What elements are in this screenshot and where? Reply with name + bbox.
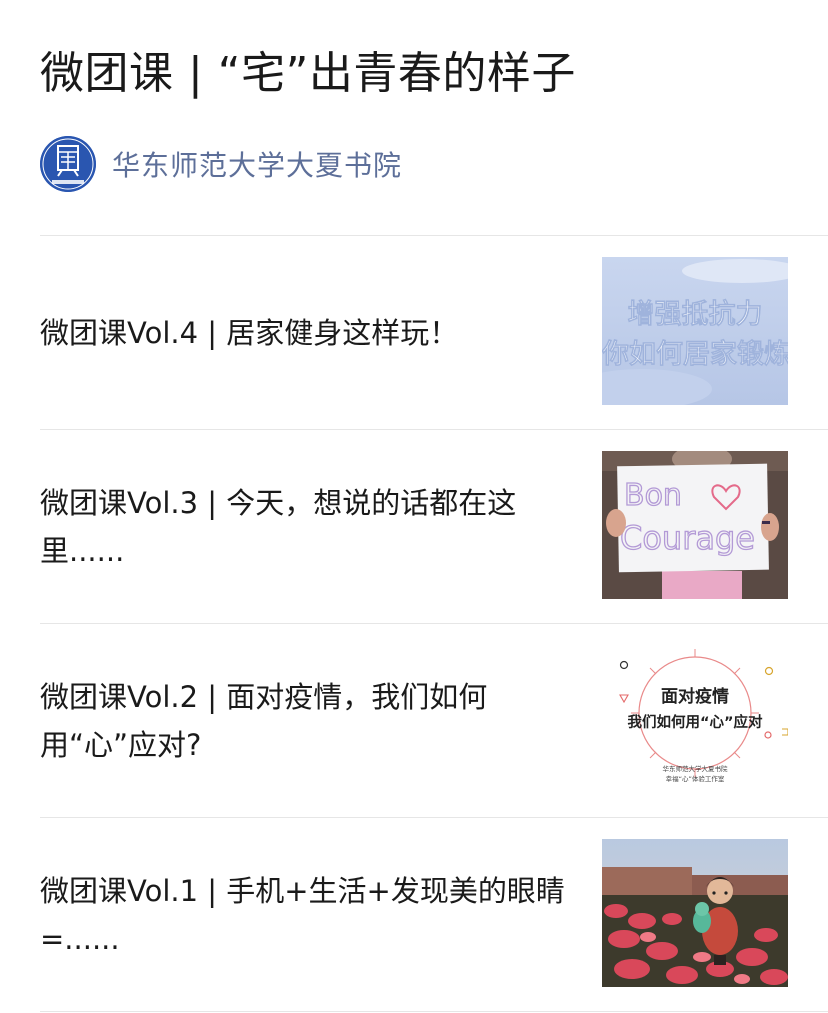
thumb-text-line: 面对疫情 — [661, 686, 729, 707]
list-item-vol1[interactable]: 微团课Vol.1 | 手机+生活+发现美的眼睛=...... — [40, 818, 828, 1011]
divider — [40, 1011, 828, 1012]
thumb-text-line: 华东师范大学大夏书院 — [663, 764, 729, 773]
list-item-vol3[interactable]: 微团课Vol.3 | 今天，想说的话都在这里...... Bon Courage — [40, 430, 828, 623]
heart-coping-poster[interactable]: 面对疫情 我们如何用“心”应对 华东师范大学大夏书院 幸福“心”体验工作室 — [602, 645, 788, 793]
list-item-title[interactable]: 微团课Vol.4 | 居家健身这样玩！ — [40, 309, 565, 357]
thumb-text-line: Bon — [624, 478, 682, 513]
page-title: 微团课 | “宅”出青春的样子 — [40, 48, 576, 99]
bon-courage-sign-photo[interactable]: Bon Courage — [602, 451, 788, 599]
thumb-text-line: 幸福“心”体验工作室 — [666, 774, 725, 783]
thumb-text-line: 我们如何用“心”应对 — [627, 713, 763, 731]
thumb-text-line: 增强抵抗力 — [628, 298, 763, 330]
list-item-title[interactable]: 微团课Vol.3 | 今天，想说的话都在这里...... — [40, 479, 565, 575]
list-item-title[interactable]: 微团课Vol.2 | 面对疫情，我们如何用“心”应对? — [40, 673, 565, 769]
list-item-vol2[interactable]: 微团课Vol.2 | 面对疫情，我们如何用“心”应对? 面对疫情 我们如何用“心… — [40, 624, 828, 817]
account-link[interactable]: 华东师范大学大夏书院 — [40, 135, 402, 193]
account-name[interactable]: 华东师范大学大夏书院 — [112, 144, 402, 184]
article-list: 微团课Vol.4 | 居家健身这样玩！ 增强抵抗力 你如何居家锻炼 微团课Vol… — [40, 235, 828, 1012]
thumb-text-line: 你如何居家锻炼 — [602, 338, 788, 370]
list-item-title[interactable]: 微团课Vol.1 | 手机+生活+发现美的眼睛=...... — [40, 867, 565, 963]
flowers-figurine-photo[interactable] — [602, 839, 788, 987]
thumb-text-line: Courage — [620, 519, 755, 557]
college-logo-icon — [40, 136, 96, 192]
list-item-vol4[interactable]: 微团课Vol.4 | 居家健身这样玩！ 增强抵抗力 你如何居家锻炼 — [40, 236, 828, 429]
fitness-poster-thumbnail[interactable]: 增强抵抗力 你如何居家锻炼 — [602, 257, 788, 405]
